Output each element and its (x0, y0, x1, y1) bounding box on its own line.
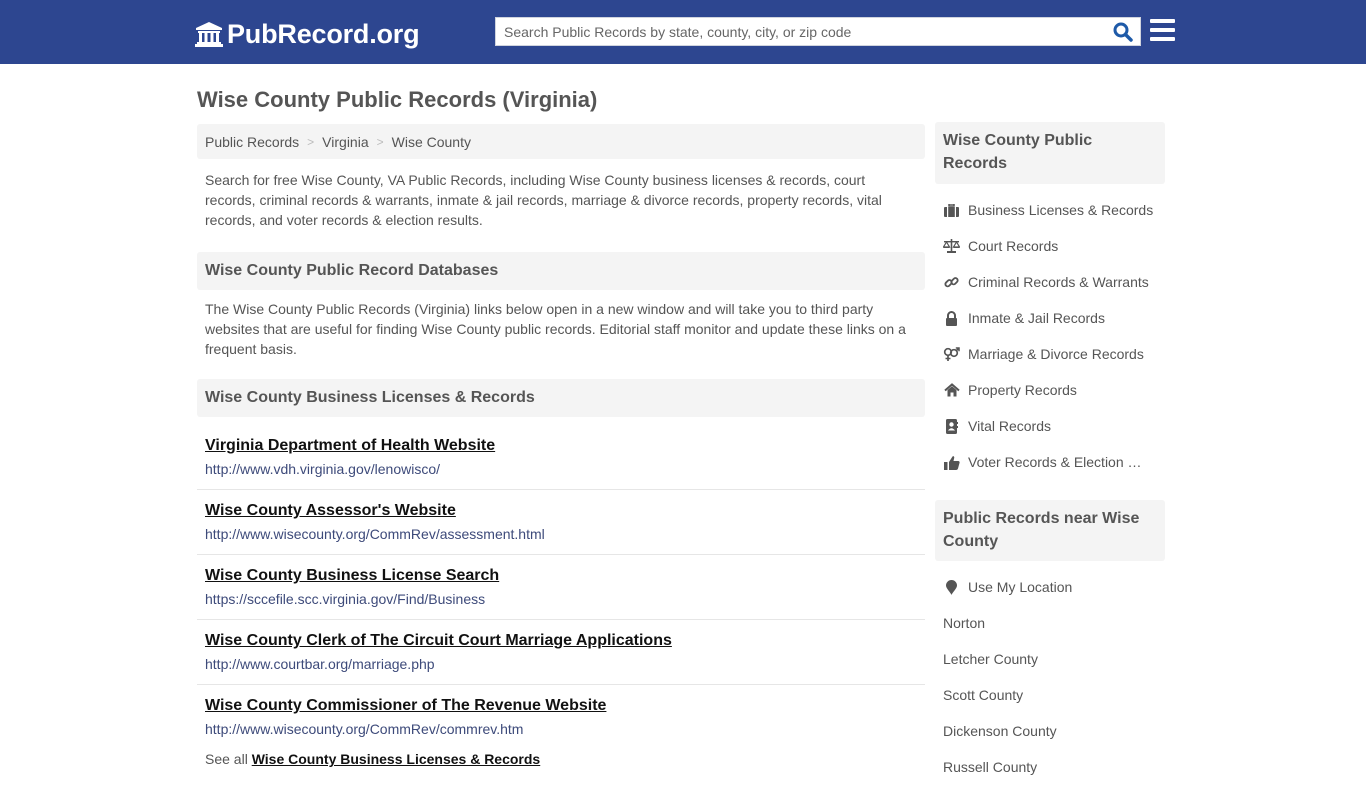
see-all-business-link[interactable]: Wise County Business Licenses & Records (252, 751, 541, 767)
breadcrumb-separator: > (307, 134, 315, 149)
sidebar-nearby-list: Use My Location Norton Letcher County Sc… (943, 569, 1165, 785)
address-book-icon (943, 418, 960, 435)
list-item: Wise County Business License Search http… (197, 555, 925, 620)
sidebar-records-list: Business Licenses & Records Court Record… (943, 192, 1165, 480)
list-item: Wise County Clerk of The Circuit Court M… (197, 620, 925, 685)
record-link-url: http://www.courtbar.org/marriage.php (205, 656, 435, 672)
record-link-url: http://www.wisecounty.org/CommRev/commre… (205, 721, 524, 737)
sidebar-item-label: Property Records (968, 382, 1077, 398)
record-link-url: http://www.wisecounty.org/CommRev/assess… (205, 526, 545, 542)
sidebar-item-court[interactable]: Court Records (943, 228, 1165, 264)
sidebar-item-label: Criminal Records & Warrants (968, 274, 1149, 290)
sidebar-item-marriage[interactable]: Marriage & Divorce Records (943, 336, 1165, 372)
sidebar-item-label: Inmate & Jail Records (968, 310, 1105, 326)
list-item: Wise County Assessor's Website http://ww… (197, 490, 925, 555)
site-logo-link[interactable]: PubRecord.org (195, 17, 420, 51)
breadcrumb: Public Records > Virginia > Wise County (197, 124, 925, 159)
search-box (495, 17, 1141, 46)
list-item: Wise County Commissioner of The Revenue … (197, 685, 925, 750)
sidebar-item-property[interactable]: Property Records (943, 372, 1165, 408)
top-navigation-bar: PubRecord.org (0, 0, 1366, 64)
nearby-link-dickenson-county[interactable]: Dickenson County (943, 713, 1165, 749)
balance-scale-icon (943, 238, 960, 255)
briefcase-icon (943, 202, 960, 219)
record-link-url: https://sccefile.scc.virginia.gov/Find/B… (205, 591, 486, 607)
sidebar-nearby-heading: Public Records near Wise County (935, 500, 1165, 561)
courthouse-icon (195, 22, 223, 47)
sidebar-item-label: Marriage & Divorce Records (968, 346, 1144, 362)
databases-description: The Wise County Public Records (Virginia… (205, 301, 906, 357)
see-all-prefix: See all (205, 751, 248, 767)
search-input[interactable] (496, 18, 1096, 45)
page-title: Wise County Public Records (Virginia) (197, 87, 598, 112)
record-link-title[interactable]: Wise County Assessor's Website (205, 500, 917, 522)
see-all-row: See all Wise County Business Licenses & … (205, 751, 540, 767)
map-marker-icon (943, 579, 960, 596)
business-links-list: Virginia Department of Health Website ht… (197, 425, 925, 750)
sidebar-item-label: Business Licenses & Records (968, 202, 1154, 218)
sidebar-item-inmate[interactable]: Inmate & Jail Records (943, 300, 1165, 336)
list-item: Virginia Department of Health Website ht… (197, 425, 925, 490)
use-my-location-link[interactable]: Use My Location (943, 569, 1165, 605)
search-button[interactable] (1112, 21, 1134, 43)
breadcrumb-separator: > (376, 134, 384, 149)
nearby-link-scott-county[interactable]: Scott County (943, 677, 1165, 713)
sidebar-item-criminal[interactable]: Criminal Records & Warrants (943, 264, 1165, 300)
record-link-title[interactable]: Wise County Clerk of The Circuit Court M… (205, 630, 917, 652)
nearby-link-norton[interactable]: Norton (943, 605, 1165, 641)
hamburger-menu-icon (1150, 19, 1175, 41)
search-icon (1113, 22, 1133, 42)
record-link-title[interactable]: Wise County Business License Search (205, 565, 917, 587)
thumbs-up-icon (943, 454, 960, 471)
site-logo-text: PubRecord.org (227, 18, 420, 49)
sidebar-item-label: Vital Records (968, 418, 1052, 434)
sidebar-records-heading: Wise County Public Records (935, 122, 1165, 184)
sidebar-item-business[interactable]: Business Licenses & Records (943, 192, 1165, 228)
venus-mars-icon (943, 346, 960, 363)
sidebar-item-label: Use My Location (968, 579, 1073, 595)
record-link-url: http://www.vdh.virginia.gov/lenowisco/ (205, 461, 440, 477)
breadcrumb-virginia[interactable]: Virginia (322, 134, 368, 150)
nearby-link-letcher-county[interactable]: Letcher County (943, 641, 1165, 677)
home-icon (943, 382, 960, 399)
record-link-title[interactable]: Virginia Department of Health Website (205, 435, 917, 457)
nearby-link-russell-county[interactable]: Russell County (943, 749, 1165, 785)
sidebar-item-vital[interactable]: Vital Records (943, 408, 1165, 444)
record-link-title[interactable]: Wise County Commissioner of The Revenue … (205, 695, 917, 717)
link-icon (943, 274, 960, 291)
databases-heading: Wise County Public Record Databases (197, 252, 925, 290)
business-records-heading: Wise County Business Licenses & Records (197, 379, 925, 417)
sidebar-item-label: Court Records (968, 238, 1059, 254)
breadcrumb-wise-county[interactable]: Wise County (392, 134, 471, 150)
sidebar-item-label: Voter Records & Election Results (968, 454, 1151, 470)
sidebar-item-voter[interactable]: Voter Records & Election Results (943, 444, 1165, 480)
lock-icon (943, 310, 960, 327)
intro-paragraph: Search for free Wise County, VA Public R… (205, 172, 882, 228)
breadcrumb-public-records[interactable]: Public Records (205, 134, 299, 150)
hamburger-menu-button[interactable] (1150, 19, 1175, 42)
